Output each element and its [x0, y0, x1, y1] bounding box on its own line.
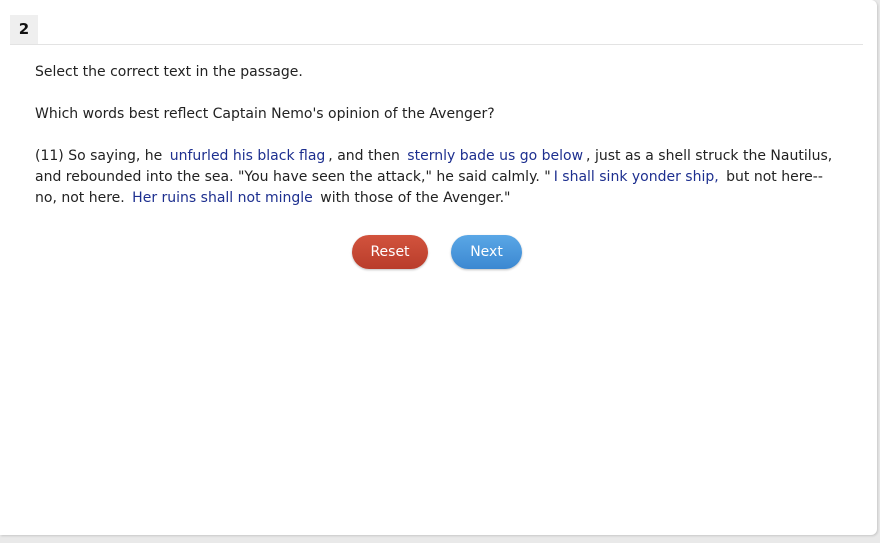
selectable-text-option[interactable]: sternly bade us go below	[404, 148, 586, 164]
instruction-text: Select the correct text in the passage.	[35, 64, 303, 80]
question-number: 2	[10, 15, 38, 44]
passage-text: (11) So saying, he	[35, 148, 163, 164]
question-content: Select the correct text in the passage. …	[35, 62, 835, 209]
reset-button[interactable]: Reset	[352, 235, 428, 269]
header-divider	[10, 44, 863, 45]
action-buttons: Reset Next	[352, 235, 522, 269]
next-button[interactable]: Next	[451, 235, 522, 269]
passage-text: with those of the Avenger."	[320, 190, 511, 206]
selectable-text-option[interactable]: I shall sink yonder ship,	[551, 169, 722, 185]
selectable-text-option[interactable]: unfurled his black flag	[167, 148, 329, 164]
question-panel: 2 Select the correct text in the passage…	[0, 0, 877, 535]
question-text: Which words best reflect Captain Nemo's …	[35, 106, 495, 122]
passage-text: , and then	[328, 148, 400, 164]
selectable-text-option[interactable]: Her ruins shall not mingle	[129, 190, 316, 206]
passage: (11) So saying, he unfurled his black fl…	[35, 146, 835, 209]
